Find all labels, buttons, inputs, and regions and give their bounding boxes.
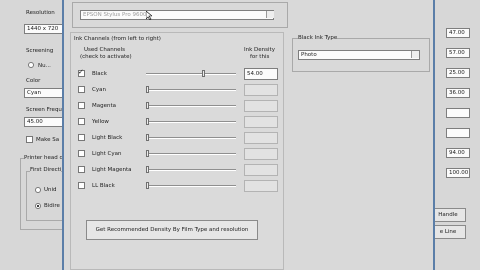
color-label: Color: [26, 78, 41, 84]
line-button[interactable]: e Line: [430, 225, 466, 239]
color-select[interactable]: Cyan: [24, 88, 64, 98]
unidirectional-label: Unid: [44, 187, 57, 193]
handle-button[interactable]: Handle: [430, 208, 466, 222]
value-field[interactable]: 47.00: [446, 28, 470, 38]
density-slider-track[interactable]: [146, 137, 236, 139]
black-ink-type-select[interactable]: Photo: [298, 50, 420, 60]
value-field[interactable]: 94.00: [446, 148, 470, 158]
density-slider-track[interactable]: [146, 89, 236, 91]
density-field[interactable]: [244, 164, 278, 176]
unidirectional-radio[interactable]: [35, 187, 41, 193]
value-field[interactable]: 100.00: [446, 168, 470, 178]
density-field[interactable]: 54.00: [244, 68, 278, 80]
density-slider-track[interactable]: [146, 105, 236, 107]
used-channels-header: Used Channels: [84, 47, 125, 53]
ink-channels-title: Ink Channels (from left to right): [74, 36, 161, 42]
value-field[interactable]: [446, 128, 470, 138]
used-channels-subheader: (check to activate): [80, 54, 132, 60]
chevron-down-icon[interactable]: [411, 51, 419, 58]
make-same-label: Make Sa: [36, 137, 60, 143]
channel-label: Black: [92, 71, 107, 77]
density-slider-thumb[interactable]: [146, 166, 149, 173]
printer-head-label: Printer head di: [24, 155, 65, 161]
density-field[interactable]: [244, 132, 278, 144]
black-ink-type-label: Black Ink Type: [298, 35, 338, 41]
value-field[interactable]: 36.00: [446, 88, 470, 98]
ink-density-header: Ink Density: [244, 47, 275, 53]
density-slider-track[interactable]: [146, 153, 236, 155]
channel-label: Light Cyan: [92, 151, 122, 157]
value-field[interactable]: 25.00: [446, 68, 470, 78]
first-direction-group: [26, 171, 64, 221]
get-recommended-density-button[interactable]: Get Recommended Density By Film Type and…: [86, 220, 258, 240]
density-slider-thumb[interactable]: [146, 182, 149, 189]
density-slider-thumb[interactable]: [146, 86, 149, 93]
checkmark-icon: ✓: [78, 68, 84, 76]
value-field[interactable]: 57.00: [446, 48, 470, 58]
density-slider-track[interactable]: [146, 121, 236, 123]
channel-checkbox[interactable]: [78, 150, 85, 157]
density-field[interactable]: [244, 116, 278, 128]
printer-model-field[interactable]: EPSON Stylus Pro 9600: [80, 10, 274, 20]
ink-density-subheader: for this: [250, 54, 270, 60]
density-field[interactable]: [244, 100, 278, 112]
density-slider-track[interactable]: [146, 73, 236, 75]
channel-label: Light Black: [92, 135, 123, 141]
channel-checkbox[interactable]: [78, 182, 85, 189]
channel-label: Light Magenta: [92, 167, 132, 173]
chevron-down-icon[interactable]: [266, 11, 274, 18]
bidirectional-radio[interactable]: [35, 203, 41, 209]
channel-checkbox[interactable]: [78, 86, 85, 93]
value-field[interactable]: [446, 108, 470, 118]
channel-label: Magenta: [92, 103, 117, 109]
screen-frequency-label: Screen Frequ: [26, 107, 62, 113]
channel-checkbox[interactable]: [78, 118, 85, 125]
channel-checkbox[interactable]: [78, 166, 85, 173]
channel-label: Yellow: [92, 119, 109, 125]
channel-label: Cyan: [92, 87, 106, 93]
channel-checkbox[interactable]: [78, 134, 85, 141]
screening-option-label: Nu...: [38, 63, 51, 69]
channel-label: LL Black: [92, 183, 115, 189]
density-field[interactable]: [244, 180, 278, 192]
bidirectional-label: Bidire: [44, 203, 60, 209]
screening-label: Screening: [26, 48, 54, 54]
density-field[interactable]: [244, 148, 278, 160]
make-same-checkbox[interactable]: [26, 136, 33, 143]
density-slider-track[interactable]: [146, 169, 236, 171]
screen-frequency-field[interactable]: 45.00: [24, 117, 64, 127]
density-slider-thumb[interactable]: [146, 102, 149, 109]
density-slider-thumb[interactable]: [146, 118, 149, 125]
channel-checkbox[interactable]: [78, 102, 85, 109]
density-slider-thumb[interactable]: [202, 70, 205, 77]
resolution-label: Resolution: [26, 10, 55, 16]
density-slider-thumb[interactable]: [146, 134, 149, 141]
first-direction-label: First Directi: [30, 167, 62, 173]
screening-radio[interactable]: [28, 62, 34, 68]
resolution-field[interactable]: 1440 x 720: [24, 24, 64, 34]
density-slider-track[interactable]: [146, 185, 236, 187]
mouse-cursor-icon: [145, 10, 153, 21]
density-field[interactable]: [244, 84, 278, 96]
density-slider-thumb[interactable]: [146, 150, 149, 157]
